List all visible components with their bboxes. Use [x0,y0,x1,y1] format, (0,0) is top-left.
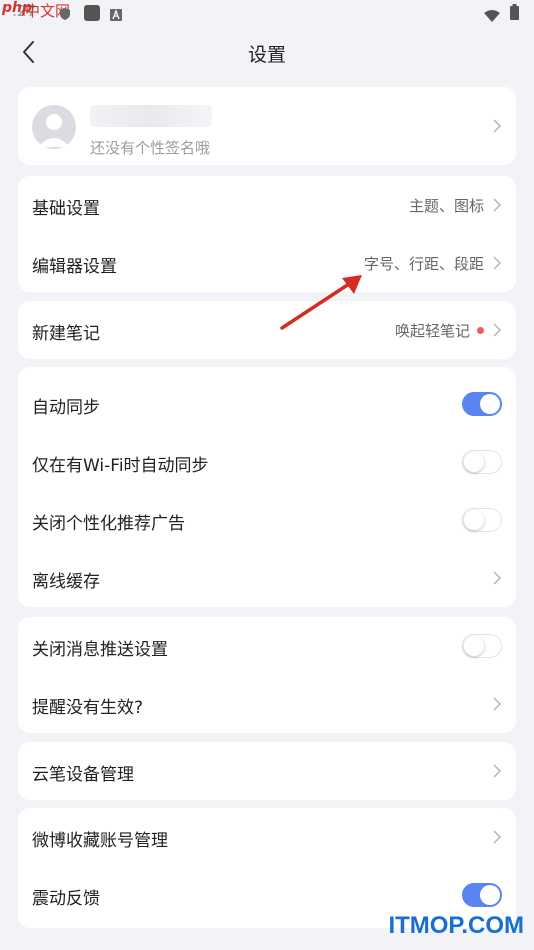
new-note-value: 唤起轻笔记 [394,322,470,340]
signature: 还没有个性签名哦 [90,139,211,157]
ads-toggle[interactable] [462,508,502,532]
username-blurred [90,105,212,127]
editor-settings-label: 编辑器设置 [32,257,117,277]
basic-settings-label: 基础设置 [32,199,100,219]
basic-settings-row[interactable]: 基础设置 主题、图标 [18,176,516,234]
new-note-row[interactable]: 新建笔记 唤起轻笔记 [18,301,516,359]
chevron-right-icon [493,830,502,844]
push-label: 关闭消息推送设置 [32,640,168,660]
ads-label: 关闭个性化推荐广告 [32,514,185,534]
wifi-sync-row: 仅在有Wi-Fi时自动同步 [18,433,516,491]
chevron-right-icon [493,697,502,711]
pen-device-label: 云笔设备管理 [32,765,134,785]
wifi-icon [484,7,500,26]
chevron-right-icon [493,256,502,270]
settings-group-basic: 基础设置 主题、图标 编辑器设置 字号、行距、段距 [18,176,516,292]
vibration-toggle[interactable] [462,883,502,907]
push-row: 关闭消息推送设置 [18,617,516,675]
settings-group-new-note: 新建笔记 唤起轻笔记 [18,301,516,359]
watermark-footer: ITMOP.COM [388,912,524,939]
battery-icon [510,4,519,24]
pen-device-row[interactable]: 云笔设备管理 [18,742,516,800]
shield-icon [58,6,72,25]
a-icon [110,6,122,25]
vibration-label: 震动反馈 [32,889,100,909]
annotation-arrow-icon [280,275,362,330]
chevron-right-icon [493,571,502,585]
profile-card[interactable]: 还没有个性签名哦 [18,87,516,165]
offline-cache-row[interactable]: 离线缓存 [18,549,516,607]
avatar[interactable] [32,105,76,149]
reminder-row[interactable]: 提醒没有生效? [18,675,516,733]
settings-group-pen: 云笔设备管理 [18,742,516,800]
settings-group-push: 关闭消息推送设置 提醒没有生效? [18,617,516,733]
chevron-right-icon [493,323,502,337]
basic-settings-value: 主题、图标 [408,197,484,215]
wifi-sync-label: 仅在有Wi-Fi时自动同步 [32,456,209,476]
auto-sync-label: 自动同步 [32,398,100,418]
auto-sync-row: 自动同步 [18,375,516,433]
push-toggle[interactable] [462,634,502,658]
square-icon [84,5,100,25]
editor-settings-value: 字号、行距、段距 [363,255,484,273]
auto-sync-toggle[interactable] [462,392,502,416]
offline-cache-label: 离线缓存 [32,572,100,592]
chevron-right-icon [493,119,502,133]
settings-group-sync: 自动同步 仅在有Wi-Fi时自动同步 关闭个性化推荐广告 离线缓存 [18,367,516,607]
chevron-right-icon [493,764,502,778]
chevron-right-icon [493,198,502,212]
page-title: 设置 [247,44,286,66]
weibo-row[interactable]: 微博收藏账号管理 [18,808,516,866]
settings-group-misc: 微博收藏账号管理 震动反馈 [18,808,516,928]
status-time: :27 [12,2,37,20]
reminder-label: 提醒没有生效? [32,698,144,718]
header: 设置 [0,26,534,78]
status-bar: php 中文网 :27 [0,0,534,26]
new-note-label: 新建笔记 [32,324,100,344]
ads-row: 关闭个性化推荐广告 [18,491,516,549]
weibo-label: 微博收藏账号管理 [32,831,168,851]
wifi-sync-toggle[interactable] [462,450,502,474]
new-badge-dot [477,327,484,334]
editor-settings-row[interactable]: 编辑器设置 字号、行距、段距 [18,234,516,292]
